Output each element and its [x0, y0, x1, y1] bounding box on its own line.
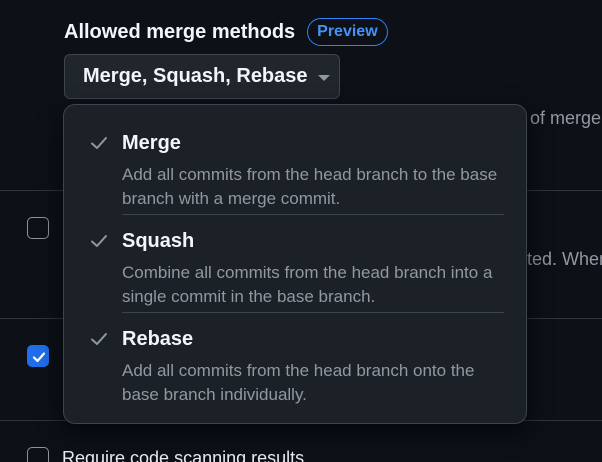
code-scanning-checkbox[interactable] [27, 447, 49, 462]
merge-description-partial: of merge [530, 108, 602, 128]
check-icon [91, 333, 107, 345]
menu-item-merge[interactable]: Merge Add all commits from the head bran… [64, 107, 526, 208]
checkmark-icon [32, 352, 46, 363]
merge-methods-select-value: Merge, Squash, Rebase [83, 65, 308, 87]
check-icon [91, 137, 107, 149]
menu-item-label: Merge [122, 132, 181, 154]
menu-item-rebase[interactable]: Rebase Add all commits from the head bra… [64, 303, 526, 404]
rule-checkbox-unchecked[interactable] [27, 217, 49, 239]
menu-item-description: Combine all commits from the head branch… [122, 263, 493, 306]
preview-badge: Preview [307, 18, 388, 46]
caret-down-icon [317, 74, 330, 81]
menu-item-label: Rebase [122, 328, 194, 350]
settings-page: Allowed merge methods Preview Merge, Squ… [0, 0, 602, 462]
check-icon [91, 235, 107, 247]
merge-methods-select[interactable]: Merge, Squash, Rebase [64, 54, 340, 99]
rule-description-partial: ted. When [527, 249, 602, 269]
menu-item-description: Add all commits from the head branch ont… [122, 361, 475, 404]
menu-item-label: Squash [122, 230, 195, 252]
rule-checkbox-checked[interactable] [27, 345, 49, 367]
menu-item-description: Add all commits from the head branch to … [122, 165, 498, 208]
merge-methods-heading: Allowed merge methods [64, 20, 296, 43]
menu-item-squash[interactable]: Squash Combine all commits from the head… [64, 205, 526, 306]
merge-methods-menu: Merge Add all commits from the head bran… [63, 104, 527, 424]
code-scanning-label: Require code scanning results [62, 448, 305, 462]
merge-methods-heading-row: Allowed merge methods Preview [64, 18, 388, 46]
